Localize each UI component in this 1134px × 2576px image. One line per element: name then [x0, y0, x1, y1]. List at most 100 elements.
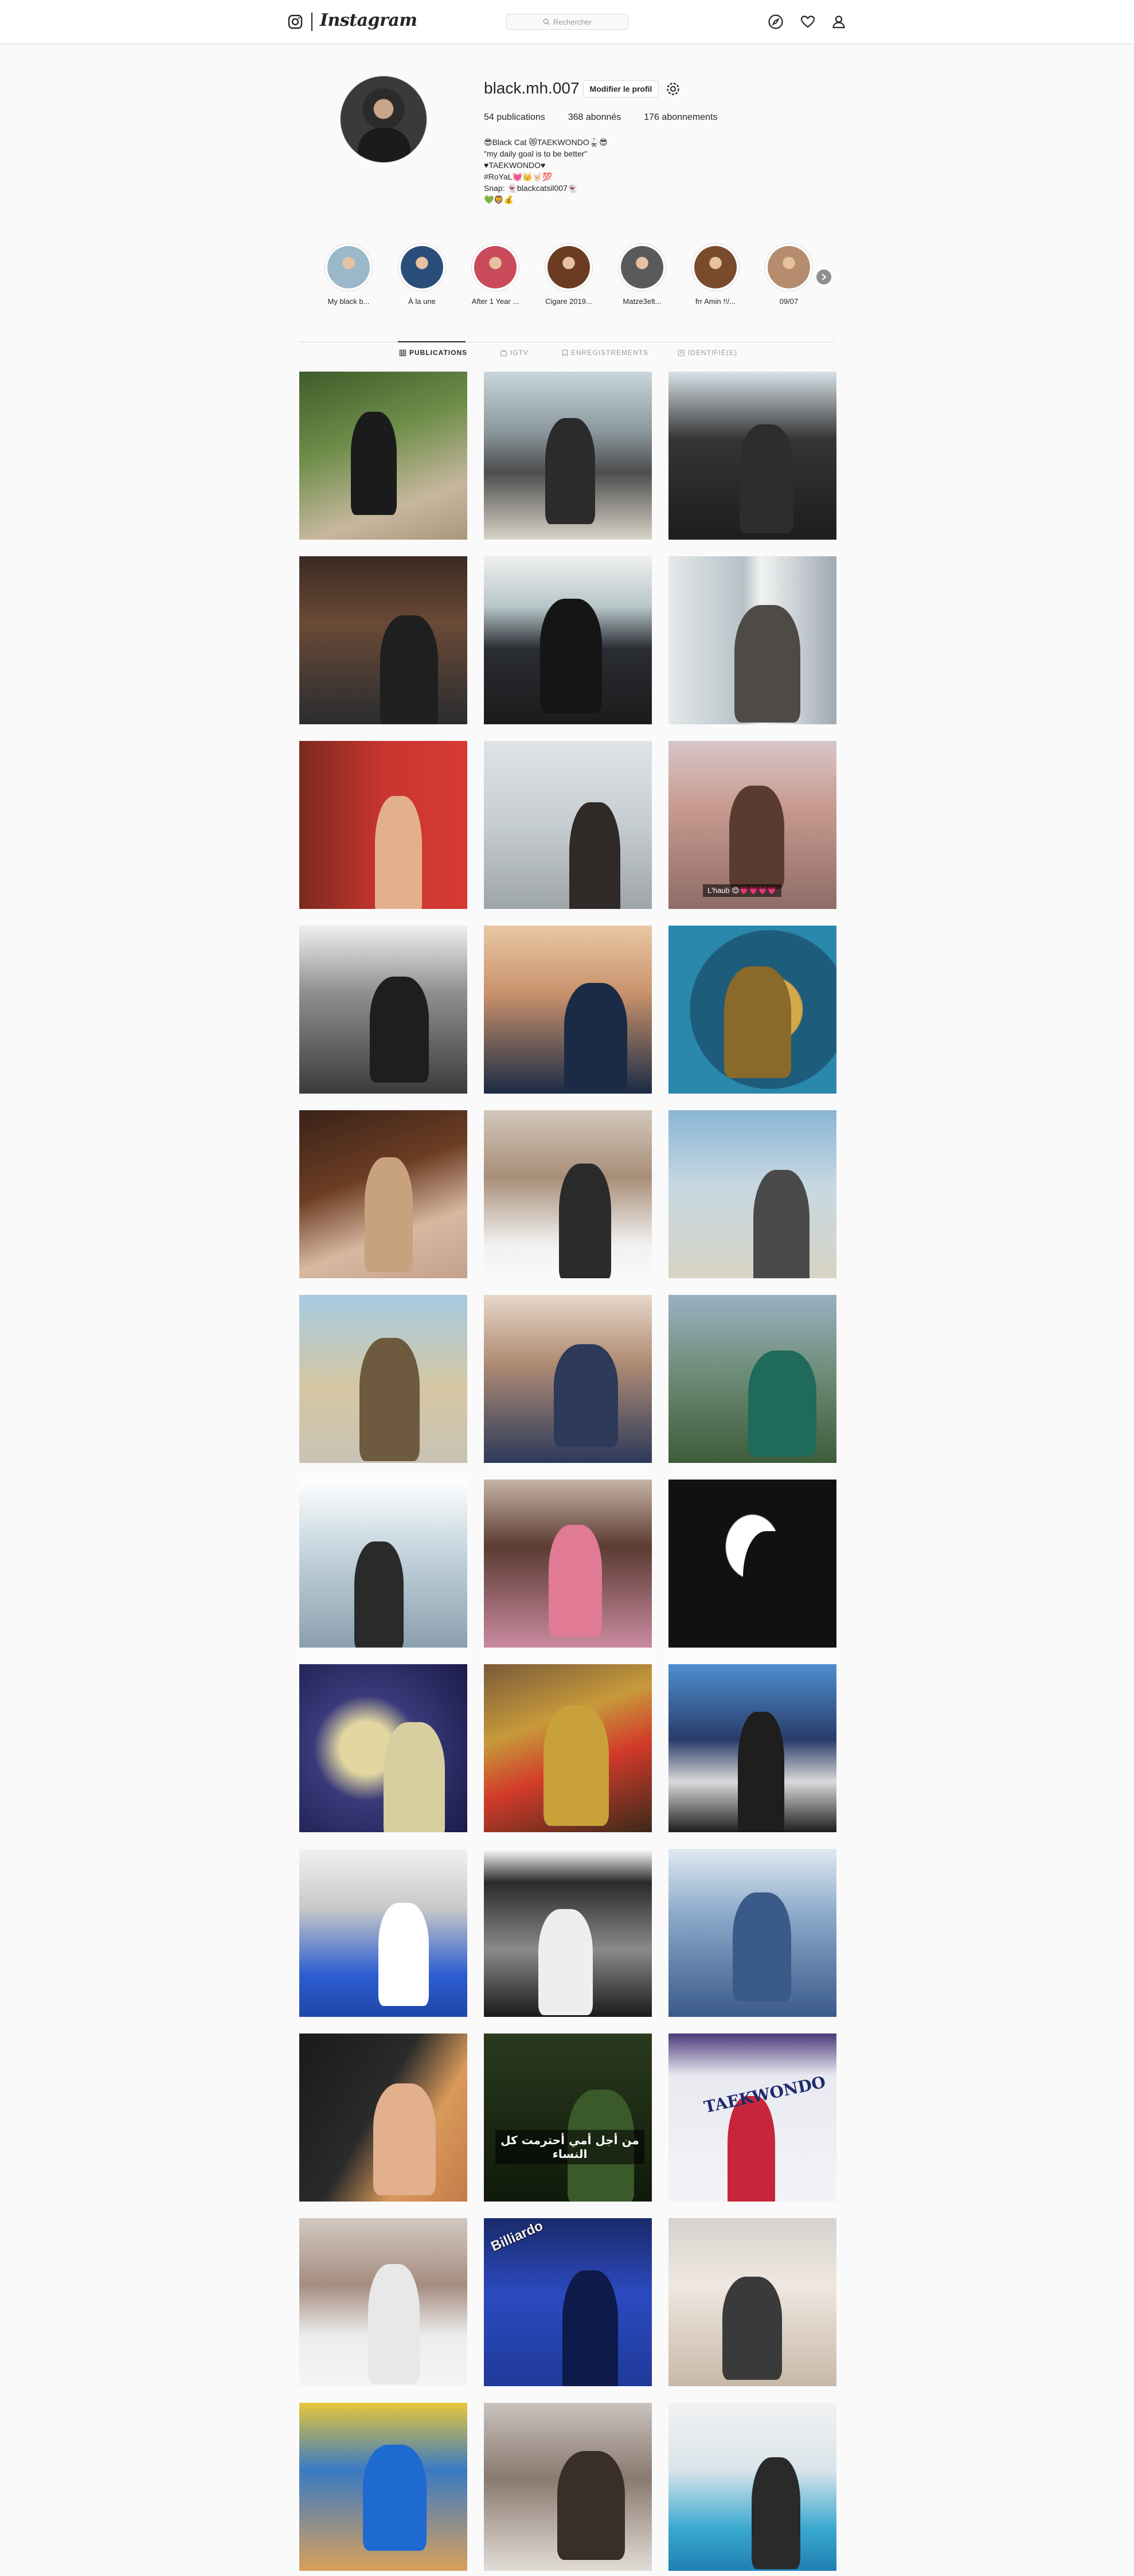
tab-label: ENREGISTREMENTS: [571, 349, 649, 357]
profile-username: black.mh.007: [484, 79, 580, 97]
bio-line: Snap: 👻blackcatsil007👻: [484, 184, 578, 193]
highlight-label: Matze3elt...: [623, 297, 662, 306]
photo-subject: [545, 418, 595, 524]
highlights-next-button[interactable]: [816, 270, 831, 284]
profile-icon[interactable]: [831, 14, 847, 30]
highlight-ring: [471, 243, 519, 291]
followers-count[interactable]: 368 abonnés: [568, 112, 621, 123]
brand-wordmark[interactable]: Instagram: [320, 10, 417, 30]
highlight-ring: [691, 243, 740, 291]
post-thumbnail[interactable]: [668, 556, 836, 724]
post-thumbnail[interactable]: [484, 2403, 652, 2571]
tab-saved[interactable]: ENREGISTREMENTS: [562, 349, 648, 357]
post-thumbnail[interactable]: [299, 1295, 467, 1463]
post-thumbnail[interactable]: [484, 741, 652, 909]
photo-subject: [740, 424, 793, 533]
post-thumbnail[interactable]: [484, 556, 652, 724]
profile-bio: 😎Black Cat 😻TAEKWONDO🥋😎 "my daily goal i…: [484, 136, 608, 205]
post-thumbnail[interactable]: [484, 372, 652, 540]
edit-profile-button[interactable]: Modifier le profil: [583, 80, 659, 97]
post-thumbnail[interactable]: [484, 1849, 652, 2017]
photo-subject: [748, 1351, 816, 1457]
photo-subject: [370, 977, 429, 1083]
photo-subject: [378, 1903, 429, 2006]
post-thumbnail[interactable]: TAEKWONDO: [668, 2034, 836, 2202]
following-count[interactable]: 176 abonnements: [644, 112, 717, 123]
highlight-cover: [474, 246, 517, 288]
post-thumbnail[interactable]: [668, 2403, 836, 2571]
post-thumbnail[interactable]: [484, 1110, 652, 1278]
post-thumbnail[interactable]: [668, 926, 836, 1094]
story-highlight[interactable]: Cigare 2019...: [540, 243, 597, 306]
photo-subject: [722, 2277, 782, 2380]
photo-subject: [373, 2083, 436, 2195]
story-highlight[interactable]: After 1 Year ...: [467, 243, 524, 306]
photo-subject: [564, 983, 627, 1092]
story-highlight[interactable]: Matze3elt...: [613, 243, 671, 306]
post-thumbnail[interactable]: [299, 2034, 467, 2202]
highlight-label: À la une: [408, 297, 436, 306]
post-thumbnail[interactable]: [668, 1480, 836, 1648]
highlight-cover: [621, 246, 663, 288]
story-highlight[interactable]: frr Amin !!/...: [687, 243, 744, 306]
post-thumbnail[interactable]: [299, 372, 467, 540]
photo-subject: [729, 786, 784, 889]
tab-label: IGTV: [510, 349, 529, 357]
highlight-cover: [327, 246, 370, 288]
post-thumbnail[interactable]: [299, 1110, 467, 1278]
highlight-ring: [324, 243, 373, 291]
photo-subject: [540, 599, 602, 713]
highlight-cover: [401, 246, 443, 288]
post-thumbnail[interactable]: [668, 1849, 836, 2017]
post-thumbnail[interactable]: [299, 1664, 467, 1832]
bio-line[interactable]: #RoYaL💓👑🤘🏻💯: [484, 171, 608, 182]
heart-icon[interactable]: [800, 14, 816, 30]
photo-subject: [554, 1344, 618, 1447]
tab-tagged[interactable]: IDENTIFIÉ(E): [678, 349, 737, 357]
post-thumbnail[interactable]: [668, 1110, 836, 1278]
post-thumbnail[interactable]: من أجل أمي أحترمت كل النساء: [484, 2034, 652, 2202]
post-thumbnail[interactable]: [299, 1849, 467, 2017]
story-highlight[interactable]: À la une: [393, 243, 451, 306]
bio-line: 💚🦁💰: [484, 195, 514, 204]
camera-icon[interactable]: [288, 14, 303, 29]
top-nav: Instagram Rechercher: [0, 0, 1134, 44]
post-thumbnail[interactable]: L'haub 😍💗💗💗💗: [668, 741, 836, 909]
post-thumbnail[interactable]: [299, 2403, 467, 2571]
post-thumbnail[interactable]: [668, 2218, 836, 2386]
highlight-label: After 1 Year ...: [471, 297, 519, 306]
post-thumbnail[interactable]: [299, 2218, 467, 2386]
post-thumbnail[interactable]: [668, 1295, 836, 1463]
photo-subject: [365, 1157, 413, 1272]
post-thumbnail[interactable]: [299, 741, 467, 909]
compass-icon[interactable]: [768, 14, 784, 30]
post-thumbnail[interactable]: [299, 1480, 467, 1648]
profile-avatar[interactable]: [340, 76, 427, 163]
post-thumbnail[interactable]: [484, 1295, 652, 1463]
post-thumbnail[interactable]: [484, 926, 652, 1094]
photo-subject: [384, 1722, 445, 1832]
post-thumbnail[interactable]: Billiardo: [484, 2218, 652, 2386]
settings-gear-icon[interactable]: [664, 80, 682, 97]
highlight-ring: [545, 243, 593, 291]
story-highlight[interactable]: 09/07: [760, 243, 818, 306]
post-thumbnail[interactable]: [484, 1664, 652, 1832]
post-thumbnail[interactable]: [299, 556, 467, 724]
photo-subject: [753, 1170, 810, 1278]
bio-line: "my daily goal is to be better": [484, 149, 588, 158]
post-thumbnail[interactable]: [668, 372, 836, 540]
active-tab-indicator: [398, 341, 466, 342]
post-thumbnail[interactable]: [484, 1480, 652, 1648]
post-thumbnail[interactable]: [299, 926, 467, 1094]
search-input[interactable]: Rechercher: [506, 14, 628, 30]
story-highlights: My black b... À la une After 1 Year ... Cig…: [320, 243, 836, 312]
highlight-label: My black b...: [327, 297, 370, 306]
post-thumbnail[interactable]: [668, 1664, 836, 1832]
highlight-ring: [618, 243, 666, 291]
photo-subject: [569, 802, 620, 909]
photo-subject: [363, 2445, 427, 2551]
tab-publications[interactable]: PUBLICATIONS: [400, 349, 467, 357]
tab-igtv[interactable]: IGTV: [500, 349, 529, 357]
story-highlight[interactable]: My black b...: [320, 243, 377, 306]
highlight-label: Cigare 2019...: [545, 297, 592, 306]
